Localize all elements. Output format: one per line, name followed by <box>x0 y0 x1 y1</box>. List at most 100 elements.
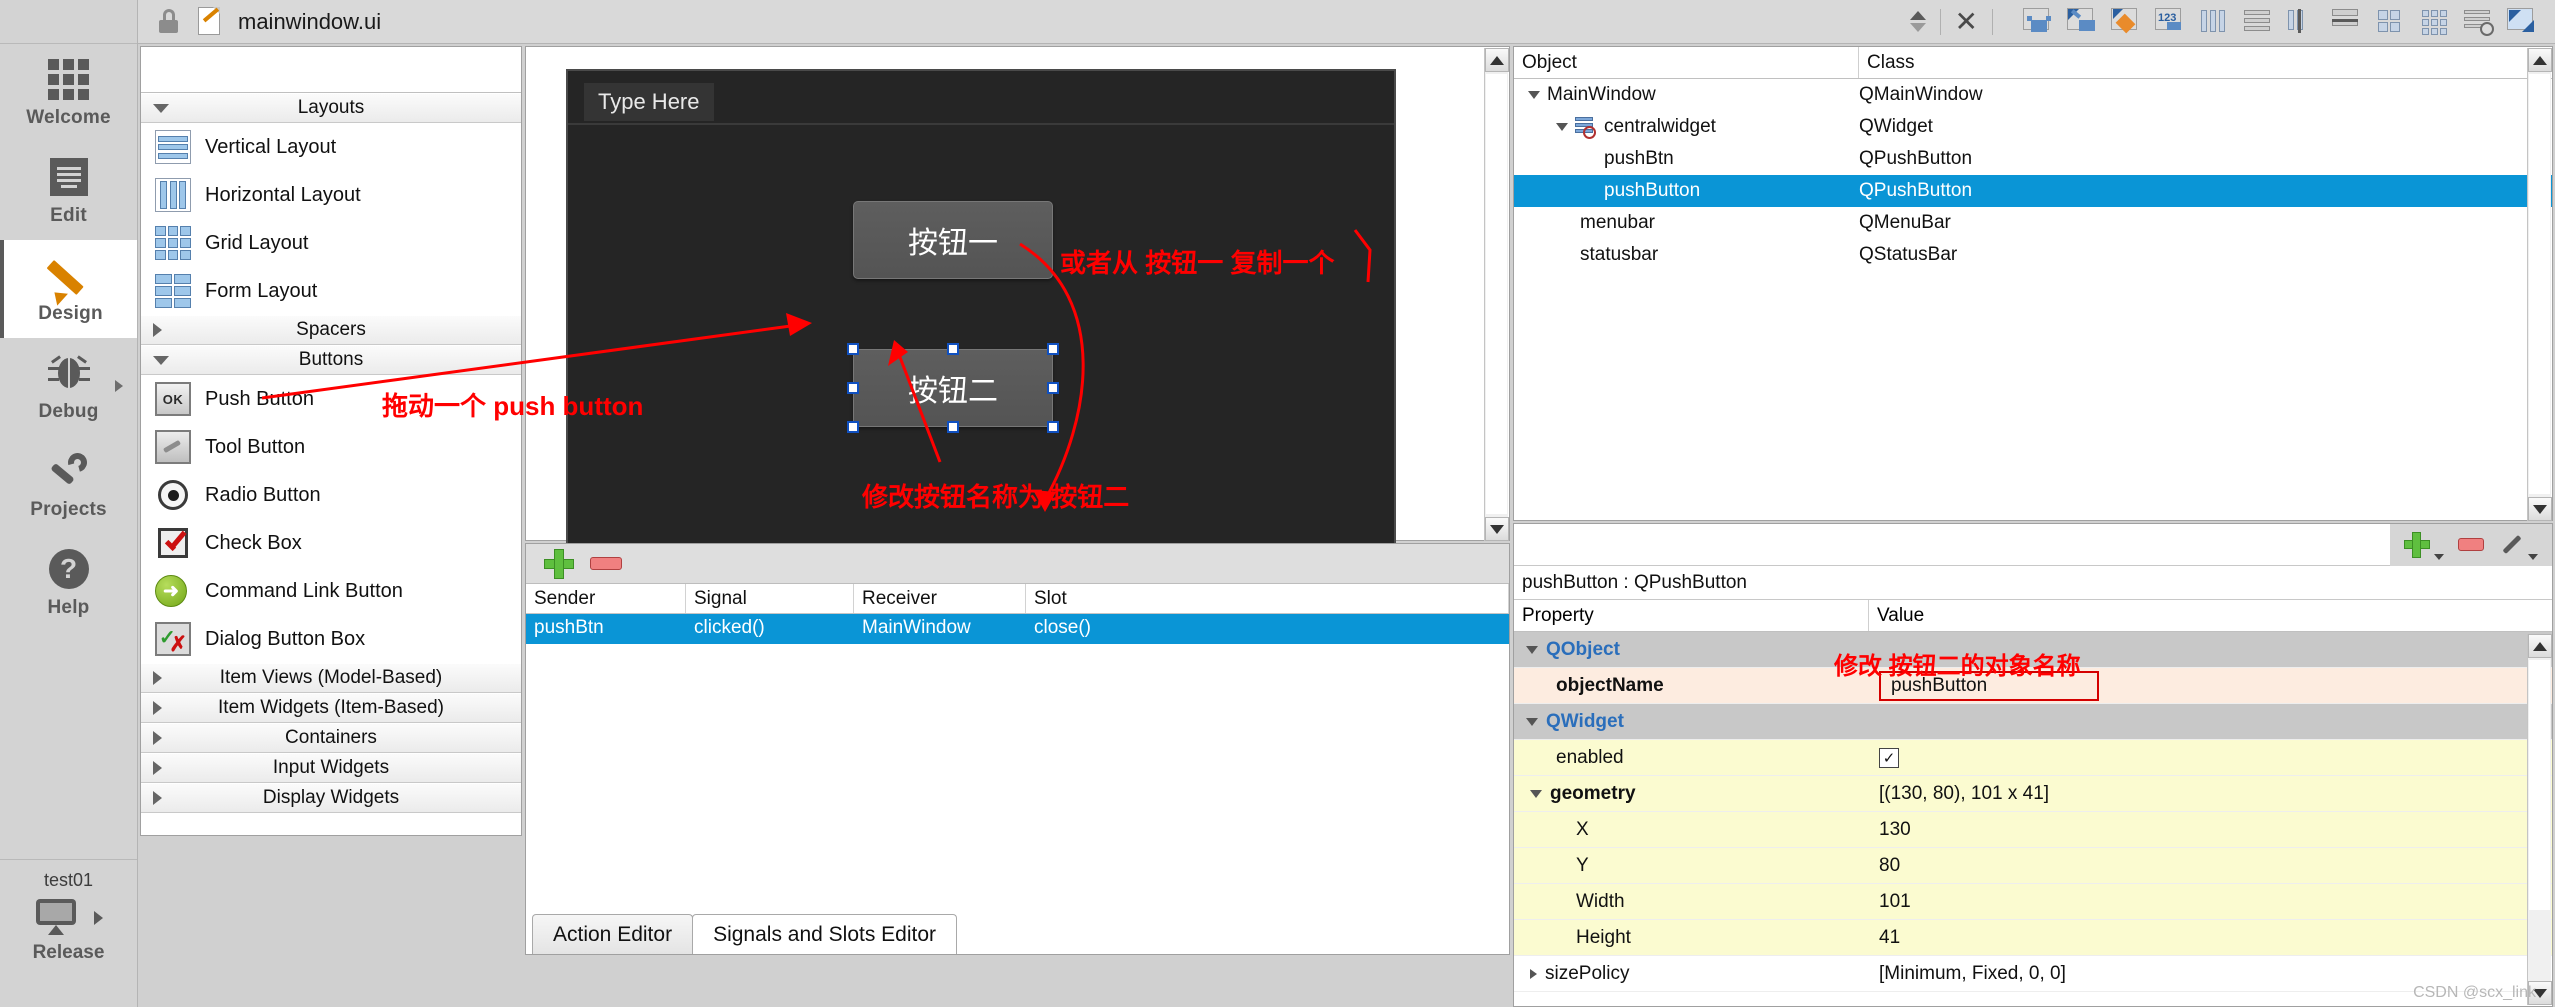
chevron-down-icon[interactable] <box>1526 717 1538 726</box>
add-icon[interactable] <box>544 548 574 579</box>
selection-handle-bottom-left[interactable] <box>847 421 859 433</box>
layout-in-form-icon[interactable] <box>2373 6 2407 38</box>
form-canvas[interactable]: Type Here 按钮一 按钮二 <box>566 69 1396 547</box>
property-editor-scrollbar[interactable] <box>2527 634 2552 1005</box>
property-row-enabled[interactable]: enabled ✓ <box>1514 740 2552 776</box>
widget-category-buttons[interactable]: Buttons <box>141 345 521 375</box>
scrollbar-thumb[interactable] <box>2529 660 2550 910</box>
chevron-right-icon[interactable] <box>1530 968 1537 979</box>
object-row-centralwidget[interactable]: centralwidget QWidget <box>1514 111 2552 143</box>
property-value-sizepolicy[interactable]: [Minimum, Fixed, 0, 0] <box>1869 963 2552 985</box>
widget-category-input-widgets[interactable]: Input Widgets <box>141 753 521 783</box>
widget-category-spacers[interactable]: Spacers <box>141 315 521 345</box>
enabled-checkbox[interactable]: ✓ <box>1879 747 1899 768</box>
form-push-button-2[interactable]: 按钮二 <box>853 349 1053 427</box>
object-row-pushbutton[interactable]: pushButton QPushButton <box>1514 175 2552 207</box>
object-inspector-scrollbar[interactable] <box>2527 48 2552 521</box>
menubar-type-here[interactable]: Type Here <box>584 83 714 121</box>
chevron-down-icon[interactable] <box>1530 789 1542 798</box>
layout-grid-icon[interactable] <box>2417 6 2451 38</box>
property-row-width[interactable]: Width 101 <box>1514 884 2552 920</box>
scroll-up-arrow-icon[interactable] <box>2528 48 2552 72</box>
widget-item-check-box[interactable]: Check Box <box>141 519 521 567</box>
selection-handle-bottom-center[interactable] <box>947 421 959 433</box>
close-icon[interactable]: ✕ <box>1955 7 1978 36</box>
property-value-width[interactable]: 101 <box>1869 891 2552 913</box>
break-layout-icon[interactable] <box>2461 6 2495 38</box>
property-value-x[interactable]: 130 <box>1869 819 2552 841</box>
widget-category-layouts[interactable]: Layouts <box>141 93 521 123</box>
run-configuration[interactable]: Release <box>0 899 137 964</box>
widget-item-dialog-button-box[interactable]: ✓ ✗ Dialog Button Box <box>141 615 521 663</box>
chevron-down-icon[interactable] <box>1526 645 1538 654</box>
unlocked-icon[interactable] <box>156 8 182 35</box>
widget-item-radio-button[interactable]: Radio Button <box>141 471 521 519</box>
column-header-sender[interactable]: Sender <box>526 584 686 613</box>
mode-item-design[interactable]: Design <box>0 240 137 338</box>
edit-buddies-icon[interactable] <box>2109 6 2143 38</box>
object-row-pushbtn[interactable]: pushBtn QPushButton <box>1514 143 2552 175</box>
widget-item-vertical-layout[interactable]: Vertical Layout <box>141 123 521 171</box>
widget-item-horizontal-layout[interactable]: Horizontal Layout <box>141 171 521 219</box>
objectname-value-input[interactable]: pushButton <box>1879 670 2099 701</box>
remove-icon[interactable] <box>2458 538 2484 551</box>
adjust-size-icon[interactable] <box>2505 6 2539 38</box>
scrollbar-thumb[interactable] <box>2529 74 2550 494</box>
chevron-down-icon[interactable] <box>1528 91 1540 99</box>
object-row-menubar[interactable]: menubar QMenuBar <box>1514 207 2552 239</box>
updown-spin-icon[interactable] <box>1909 11 1926 32</box>
kit-selector[interactable]: test01 Release <box>0 859 137 1007</box>
column-header-object[interactable]: Object <box>1514 47 1859 78</box>
selection-handle-bottom-right[interactable] <box>1047 421 1059 433</box>
mode-item-debug[interactable]: Debug <box>0 338 137 436</box>
tab-signals-slots-editor[interactable]: Signals and Slots Editor <box>692 914 958 954</box>
property-row-geometry[interactable]: geometry [(130, 80), 101 x 41] <box>1514 776 2552 812</box>
widget-item-tool-button[interactable]: Tool Button <box>141 423 521 471</box>
scrollbar-thumb[interactable] <box>1486 74 1507 514</box>
edit-widgets-icon[interactable] <box>2021 6 2055 38</box>
mode-item-edit[interactable]: Edit <box>0 142 137 240</box>
layout-vertical-splitter-icon[interactable] <box>2329 6 2363 38</box>
column-header-class[interactable]: Class <box>1859 47 2552 78</box>
property-group-qwidget[interactable]: QWidget <box>1514 704 2552 740</box>
selection-handle-top-left[interactable] <box>847 343 859 355</box>
selection-handle-top-right[interactable] <box>1047 343 1059 355</box>
edit-signals-slots-icon[interactable] <box>2065 6 2099 38</box>
property-group-qobject[interactable]: QObject <box>1514 632 2552 668</box>
widget-item-command-link-button[interactable]: ➜ Command Link Button <box>141 567 521 615</box>
form-push-button-1[interactable]: 按钮一 <box>853 201 1053 279</box>
widget-item-form-layout[interactable]: Form Layout <box>141 267 521 315</box>
mode-item-welcome[interactable]: Welcome <box>0 44 137 142</box>
widget-category-item-views[interactable]: Item Views (Model-Based) <box>141 663 521 693</box>
widget-item-push-button[interactable]: OK Push Button <box>141 375 521 423</box>
column-header-signal[interactable]: Signal <box>686 584 854 613</box>
selection-handle-middle-left[interactable] <box>847 382 859 394</box>
chevron-down-icon[interactable] <box>2528 553 2538 560</box>
column-header-value[interactable]: Value <box>1869 600 2552 631</box>
wrench-icon[interactable] <box>2498 532 2524 558</box>
selection-handle-top-center[interactable] <box>947 343 959 355</box>
signal-slot-row[interactable]: pushBtn clicked() MainWindow close() <box>526 614 1509 644</box>
widget-category-display-widgets[interactable]: Display Widgets <box>141 783 521 813</box>
form-vertical-scrollbar[interactable] <box>1484 48 1509 541</box>
remove-icon[interactable] <box>590 557 622 570</box>
selection-handle-middle-right[interactable] <box>1047 382 1059 394</box>
layout-vertically-icon[interactable] <box>2241 6 2275 38</box>
scroll-up-arrow-icon[interactable] <box>1485 48 1509 72</box>
chevron-down-icon[interactable] <box>2434 553 2444 560</box>
mode-item-projects[interactable]: Projects <box>0 436 137 534</box>
object-row-mainwindow[interactable]: MainWindow QMainWindow <box>1514 79 2552 111</box>
column-header-property[interactable]: Property <box>1514 600 1869 631</box>
property-row-sizepolicy[interactable]: sizePolicy [Minimum, Fixed, 0, 0] <box>1514 956 2552 992</box>
widget-box-filter-input[interactable] <box>141 47 521 93</box>
property-row-height[interactable]: Height 41 <box>1514 920 2552 956</box>
property-row-y[interactable]: Y 80 <box>1514 848 2552 884</box>
widget-category-item-widgets[interactable]: Item Widgets (Item-Based) <box>141 693 521 723</box>
property-row-objectname[interactable]: objectName pushButton <box>1514 668 2552 704</box>
layout-horizontally-icon[interactable] <box>2197 6 2231 38</box>
widget-item-grid-layout[interactable]: Grid Layout <box>141 219 521 267</box>
add-icon[interactable] <box>2404 531 2430 558</box>
chevron-down-icon[interactable] <box>1556 123 1568 131</box>
widget-category-containers[interactable]: Containers <box>141 723 521 753</box>
edit-tab-order-icon[interactable]: 123 <box>2153 6 2187 38</box>
